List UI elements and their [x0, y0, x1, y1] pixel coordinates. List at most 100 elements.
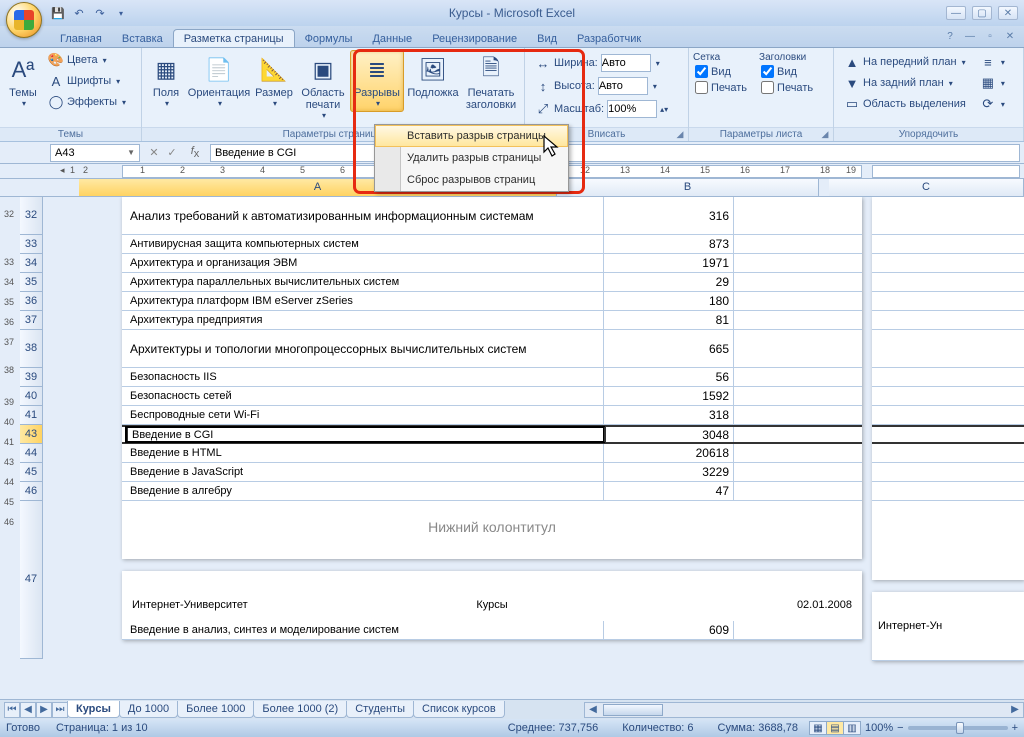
- name-box[interactable]: A43▼: [50, 144, 140, 162]
- row-45[interactable]: Введение в JavaScript3229: [122, 463, 862, 482]
- doc-minimize-button[interactable]: —: [962, 29, 978, 43]
- row-header-47[interactable]: 47: [20, 501, 43, 659]
- row-header-38[interactable]: 38: [20, 330, 43, 368]
- row-header-39[interactable]: 39: [20, 368, 43, 387]
- zoom-slider[interactable]: [908, 726, 1008, 730]
- cancel-formula-icon[interactable]: ✕: [146, 145, 162, 161]
- scale-launcher-icon[interactable]: ◢: [674, 128, 686, 140]
- namebox-dropdown-icon[interactable]: ▼: [127, 148, 135, 157]
- zoom-in-icon[interactable]: +: [1012, 722, 1018, 734]
- bring-to-front-button[interactable]: ▲На передний план▾: [840, 52, 970, 72]
- tab-insert[interactable]: Вставка: [112, 30, 173, 47]
- scale-spinner[interactable]: [607, 100, 657, 118]
- column-header-c[interactable]: C: [829, 179, 1024, 196]
- row-header-43[interactable]: 43: [20, 425, 43, 444]
- row-38[interactable]: Архитектуры и топологии многопроцессорны…: [122, 330, 862, 368]
- undo-icon[interactable]: ↶: [71, 5, 87, 21]
- row-43-active[interactable]: Введение в CGI3048: [122, 425, 862, 444]
- sheet-nav-last-icon[interactable]: ⏭: [52, 702, 68, 718]
- menu-item-insert-break[interactable]: Вставить разрыв страницы: [375, 125, 568, 147]
- view-normal-icon[interactable]: ▦: [809, 721, 827, 735]
- help-icon[interactable]: ?: [942, 29, 958, 43]
- rotate-button[interactable]: ⟳▾: [976, 94, 1009, 114]
- formula-input[interactable]: [210, 144, 1020, 162]
- row-35[interactable]: Архитектура параллельных вычислительных …: [122, 273, 862, 292]
- tab-home[interactable]: Главная: [50, 30, 112, 47]
- row-32[interactable]: Анализ требований к автоматизированным и…: [122, 197, 862, 235]
- horizontal-scrollbar[interactable]: ◀ ▶: [584, 702, 1024, 718]
- sheet-tab-kursy[interactable]: Курсы: [67, 701, 120, 718]
- background-button[interactable]: 🖼Подложка: [406, 50, 460, 103]
- zoom-slider-knob[interactable]: [956, 722, 964, 734]
- row-header-32[interactable]: 32: [20, 197, 43, 235]
- row-header-35[interactable]: 35: [20, 273, 43, 292]
- view-page-layout-icon[interactable]: ▤: [826, 721, 844, 735]
- row-44[interactable]: Введение в HTML20618: [122, 444, 862, 463]
- menu-item-reset-breaks[interactable]: Сброс разрывов страниц: [375, 169, 568, 191]
- send-to-back-button[interactable]: ▼На задний план▾: [840, 73, 970, 93]
- scroll-left-icon[interactable]: ◀: [585, 704, 601, 715]
- gridlines-print-checkbox[interactable]: Печать: [693, 80, 749, 95]
- row-41[interactable]: Беспроводные сети Wi-Fi318: [122, 406, 862, 425]
- breaks-button[interactable]: ≣Разрывы▾: [350, 50, 404, 112]
- sheet-tab-bolee1000-2[interactable]: Более 1000 (2): [253, 701, 347, 718]
- tab-developer[interactable]: Разработчик: [567, 30, 651, 47]
- row-46[interactable]: Введение в алгебру47: [122, 482, 862, 501]
- row-36[interactable]: Архитектура платформ IBM eServer zSeries…: [122, 292, 862, 311]
- row-header-34[interactable]: 34: [20, 254, 43, 273]
- print-area-button[interactable]: ▣Область печати▾: [298, 50, 348, 124]
- menu-item-remove-break[interactable]: Удалить разрыв страницы: [375, 147, 568, 169]
- align-button[interactable]: ≡▾: [976, 52, 1009, 72]
- group-objects-button[interactable]: ▦▾: [976, 73, 1009, 93]
- sheet-opts-launcher-icon[interactable]: ◢: [819, 128, 831, 140]
- save-icon[interactable]: 💾: [50, 5, 66, 21]
- headings-view-checkbox[interactable]: Вид: [759, 64, 815, 79]
- row-37[interactable]: Архитектура предприятия81: [122, 311, 862, 330]
- zoom-out-icon[interactable]: −: [897, 722, 903, 734]
- column-header-b[interactable]: B: [557, 179, 819, 196]
- print-titles-button[interactable]: 🗎Печатать заголовки: [462, 50, 520, 115]
- width-select[interactable]: [601, 54, 651, 72]
- sheet-tab-do1000[interactable]: До 1000: [119, 701, 178, 718]
- sheet-tab-bolee1000[interactable]: Более 1000: [177, 701, 254, 718]
- theme-colors-button[interactable]: 🎨Цвета▾: [44, 50, 130, 70]
- theme-effects-button[interactable]: ◯Эффекты▾: [44, 92, 130, 112]
- size-button[interactable]: 📐Размер▾: [252, 50, 296, 112]
- row-header-37[interactable]: 37: [20, 311, 43, 330]
- gridlines-view-checkbox[interactable]: Вид: [693, 64, 749, 79]
- sheet-tab-course-list[interactable]: Список курсов: [413, 701, 505, 718]
- enter-formula-icon[interactable]: ✓: [164, 145, 180, 161]
- row-header-36[interactable]: 36: [20, 292, 43, 311]
- row-header-45[interactable]: 45: [20, 463, 43, 482]
- height-select[interactable]: [598, 77, 648, 95]
- row-header-46[interactable]: 46: [20, 482, 43, 501]
- headings-print-checkbox[interactable]: Печать: [759, 80, 815, 95]
- redo-icon[interactable]: ↷: [92, 5, 108, 21]
- zoom-label[interactable]: 100%: [865, 722, 893, 734]
- close-button[interactable]: ✕: [998, 6, 1018, 20]
- scrollbar-thumb[interactable]: [603, 704, 663, 716]
- sheet-nav-first-icon[interactable]: ⏮: [4, 702, 20, 718]
- tab-view[interactable]: Вид: [527, 30, 567, 47]
- doc-restore-button[interactable]: ▫: [982, 29, 998, 43]
- tab-data[interactable]: Данные: [362, 30, 422, 47]
- orientation-button[interactable]: 📄Ориентация▾: [188, 50, 250, 112]
- row-34[interactable]: Архитектура и организация ЭВМ1971: [122, 254, 862, 273]
- tab-formulas[interactable]: Формулы: [295, 30, 363, 47]
- themes-button[interactable]: Aª Темы ▾: [4, 50, 42, 112]
- selection-pane-button[interactable]: ▭Область выделения: [840, 94, 970, 114]
- row-47[interactable]: Введение в анализ, синтез и моделировани…: [122, 621, 862, 640]
- worksheet-grid[interactable]: 3233343536373839404143444546 32 33 34 35…: [0, 197, 1024, 699]
- sheet-tab-students[interactable]: Студенты: [346, 701, 414, 718]
- row-header-33[interactable]: 33: [20, 235, 43, 254]
- office-button[interactable]: [6, 2, 42, 38]
- cell-a43[interactable]: Введение в CGI: [126, 427, 604, 442]
- page-footer-placeholder[interactable]: Нижний колонтитул: [122, 501, 862, 559]
- row-header-40[interactable]: 40: [20, 387, 43, 406]
- fx-icon[interactable]: fx: [186, 145, 204, 160]
- row-header-44[interactable]: 44: [20, 444, 43, 463]
- theme-fonts-button[interactable]: AШрифты▾: [44, 71, 130, 91]
- scroll-right-icon[interactable]: ▶: [1007, 704, 1023, 715]
- margins-button[interactable]: ▦Поля▾: [146, 50, 186, 112]
- row-39[interactable]: Безопасность IIS56: [122, 368, 862, 387]
